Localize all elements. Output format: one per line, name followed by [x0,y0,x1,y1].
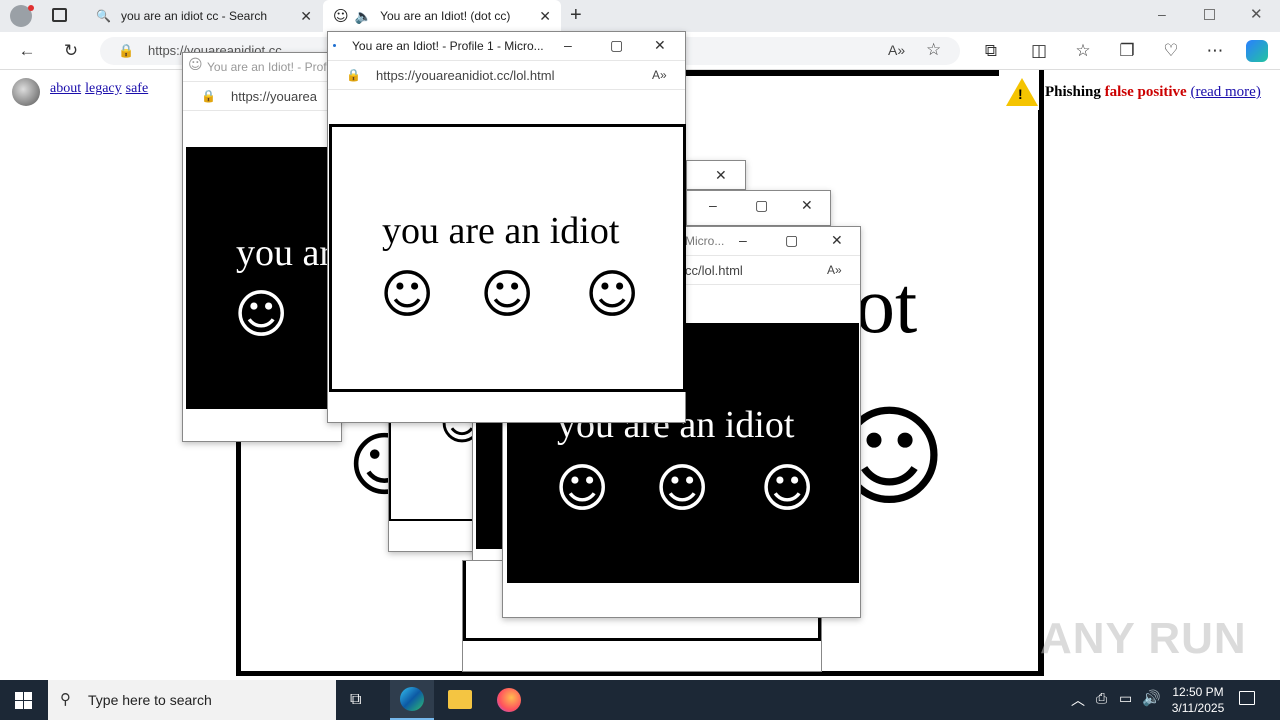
popup-window-front[interactable]: You are an Idiot! - Profile 1 - Micro...… [327,31,686,423]
tab-strip: 🔍 you are an idiot cc - Search ✕ ☺ 🔈 You… [0,0,1280,32]
tab-title: You are an Idiot! (dot cc) [380,9,511,23]
task-view-icon[interactable]: ⧉ [350,691,361,709]
popup-titlebar[interactable]: ☺ You are an Idiot! - Profi [183,53,341,81]
nav-links: about legacy safe [50,79,148,97]
search-icon: ⚲ [60,691,71,708]
taskbar-search-placeholder: Type here to search [88,692,212,708]
tab-idiot[interactable]: ☺ 🔈 You are an Idiot! (dot cc) ✕ [323,0,561,32]
smiley-icon-2: ☺ [480,265,535,325]
idiot-text: you ar [236,232,333,274]
read-aloud-icon[interactable]: A» [652,68,667,82]
maximize-icon[interactable]: ▢ [785,232,798,249]
popup-url: https://youareanidiot.cc/lol.html [376,67,555,83]
volume-icon[interactable]: 🔊 [1142,689,1161,707]
split-screen-icon[interactable]: ◫ [1028,41,1050,61]
popup-title: You are an Idiot! - Profile 1 - Micro... [352,39,544,53]
legacy-link[interactable]: legacy [85,81,122,96]
close-icon[interactable]: ✕ [715,167,727,184]
collections-icon[interactable]: ❐ [1116,41,1138,61]
restore-icon[interactable] [1204,9,1215,20]
audio-playing-icon[interactable]: 🔈 [355,8,372,25]
read-aloud-icon[interactable]: A» [827,263,842,277]
popup-url: https://youarea [231,88,317,104]
taskbar: ⚲ Type here to search ⧉ ︿ ⎙ ▭ 🔊 12:50 PM… [0,680,1280,720]
idiot-text: you are an idiot [382,210,620,252]
popup-titlebar-partial-1[interactable]: ✕ [686,160,746,190]
clock[interactable]: 12:50 PM 3/11/2025 [1160,684,1236,716]
close-tab-icon[interactable]: ✕ [539,8,551,25]
minimize-icon[interactable]: – [739,232,747,248]
loading-dot-icon [333,44,336,47]
lock-icon: 🔒 [346,68,361,82]
big-idiot-text: ot [855,262,918,350]
clock-time: 12:50 PM [1172,685,1224,699]
smiley-icon-3: ☺ [585,265,640,325]
search-icon: 🔍 [96,9,111,23]
read-aloud-icon[interactable]: A» [888,42,905,58]
phishing-notice: Phishing false positive (read more) [1045,84,1261,101]
phishing-status: false positive [1104,84,1187,100]
maximize-icon[interactable]: ▢ [755,197,768,214]
tray-chevron-icon[interactable]: ︿ [1071,690,1085,710]
smiley-icon-1: ☺ [555,459,610,519]
smiley-icon: ☺ [234,285,289,345]
close-icon[interactable]: ✕ [831,232,843,249]
favorites-icon[interactable]: ☆ [1072,41,1094,61]
network-icon[interactable]: ▭ [1119,690,1132,707]
popup-url-bar[interactable]: 🔒 https://youarea [183,81,341,111]
about-link[interactable]: about [50,81,81,96]
refresh-icon[interactable]: ↻ [60,41,82,61]
new-tab-button[interactable]: + [570,4,582,27]
edge-app-icon[interactable] [390,680,434,720]
close-window-icon[interactable]: ✕ [1250,5,1263,23]
maximize-icon[interactable]: ▢ [610,37,623,54]
windows-start-icon[interactable] [15,692,32,709]
close-icon[interactable]: ✕ [801,197,813,214]
idiot-panel-black: you ar ☺ [186,147,342,409]
minimize-icon[interactable]: – [1158,6,1166,22]
popup-title: Micro... [685,234,725,248]
popup-url-bar[interactable]: 🔒 https://youareanidiot.cc/lol.html A» [328,60,685,90]
favorite-star-icon[interactable]: ☆ [926,40,941,60]
safe-link[interactable]: safe [126,81,149,96]
frame-top-edge [686,70,999,76]
watermark-text: ANY RUN [1040,614,1247,663]
notifications-icon[interactable] [1239,691,1255,705]
read-more-link[interactable]: (read more) [1190,84,1260,100]
tray-device-icon[interactable]: ⎙ [1096,690,1107,707]
more-menu-icon[interactable]: ⋯ [1204,41,1226,61]
popup-titlebar-partial-2[interactable]: – ▢ ✕ [686,190,831,226]
phishing-label: Phishing [1045,84,1101,100]
smiley-icon-1: ☺ [380,265,435,325]
minimize-icon[interactable]: – [709,197,717,213]
lock-icon: 🔒 [118,43,135,58]
file-explorer-icon[interactable] [448,690,472,709]
browser-essentials-icon[interactable]: ♡ [1160,41,1182,61]
idiot-panel-white: you are an idiot ☺ ☺ ☺ [329,124,686,392]
notification-dot-icon [28,5,34,11]
minimize-icon[interactable]: – [564,37,572,53]
tab-search[interactable]: 🔍 you are an idiot cc - Search ✕ [86,0,322,32]
taskbar-search-box[interactable]: ⚲ Type here to search [48,680,336,720]
smiley-favicon-icon: ☺ [333,6,349,25]
clock-date: 3/11/2025 [1171,701,1225,715]
smiley-icon-3: ☺ [760,459,815,519]
extensions-icon[interactable]: ⧉ [980,41,1002,61]
speaker-logo-icon [12,78,40,106]
tab-title: you are an idiot cc - Search [120,9,268,23]
close-icon[interactable]: ✕ [654,37,666,54]
smiley-favicon-icon: ☺ [188,57,203,73]
firefox-icon[interactable] [497,688,521,712]
back-icon[interactable]: ← [16,41,38,61]
smiley-icon-2: ☺ [655,459,710,519]
frame-right-edge [1038,110,1044,676]
popup-url: cc/lol.html [685,262,743,278]
tab-actions-icon[interactable] [52,8,67,22]
popup-title: You are an Idiot! - Profi [207,60,330,74]
popup-window-back[interactable]: ☺ You are an Idiot! - Profi 🔒 https://yo… [182,52,342,442]
lock-icon: 🔒 [201,89,216,103]
close-tab-icon[interactable]: ✕ [300,8,312,25]
copilot-icon[interactable] [1246,40,1268,62]
popup-titlebar[interactable]: You are an Idiot! - Profile 1 - Micro... [328,32,685,60]
